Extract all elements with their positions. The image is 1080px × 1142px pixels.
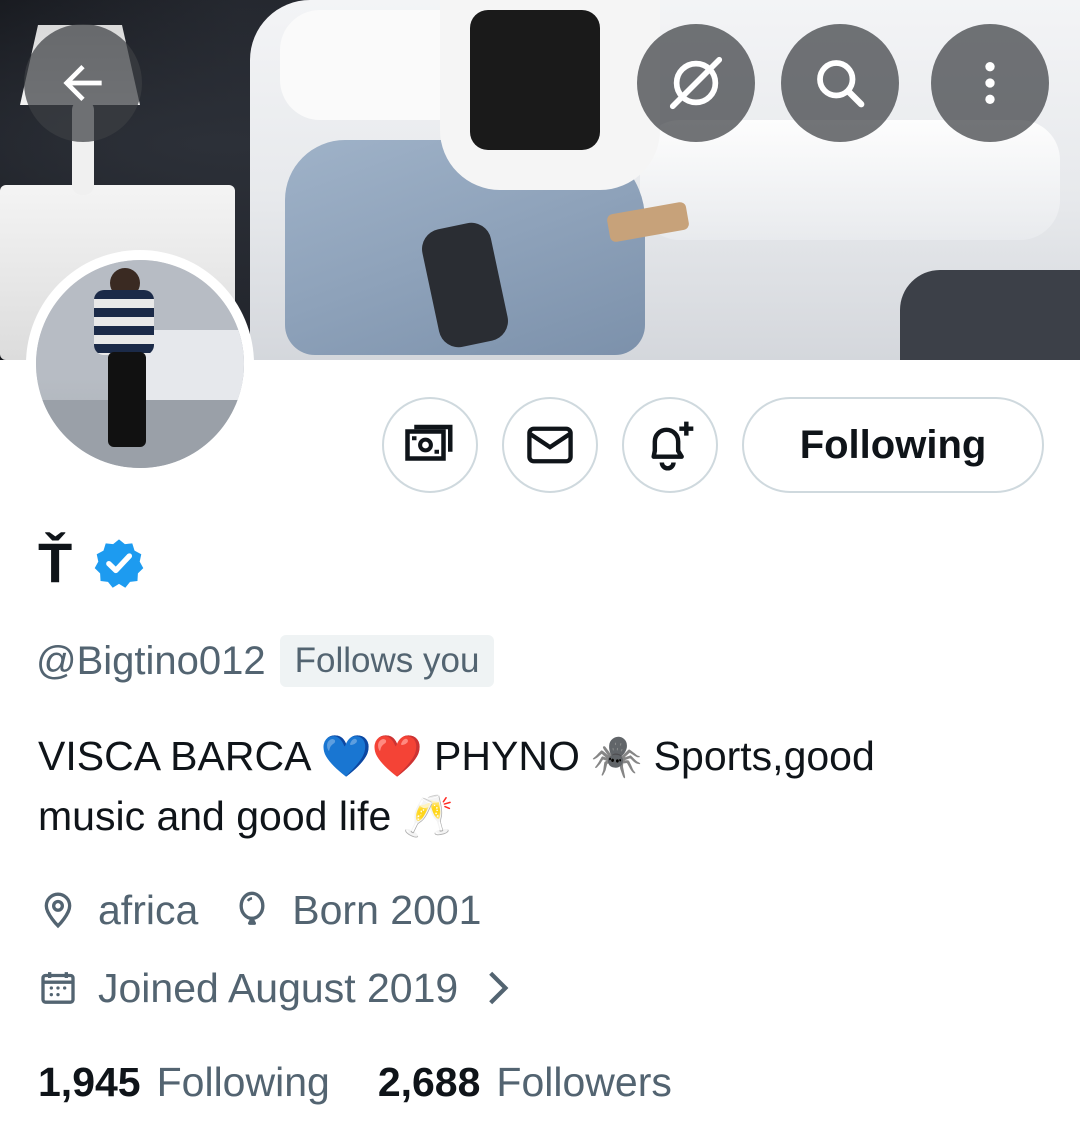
birthday-item: Born 2001 [232,887,481,934]
follow-counts: 1,945 Following 2,688 Followers [38,1052,672,1112]
following-button[interactable]: Following [742,397,1044,493]
location-item: africa [38,887,198,934]
grok-icon [669,56,723,110]
bell-plus-icon [651,421,694,471]
name-row: Ť [38,528,146,598]
joined-item[interactable]: Joined August 2019 [38,965,532,1012]
search-button[interactable] [781,24,899,142]
bio-line: music and good life 🥂 [38,793,454,839]
notifications-button[interactable] [622,397,718,493]
followers-label: Followers [496,1058,672,1105]
followers-stat[interactable]: 2,688 Followers [378,1059,672,1106]
verified-badge-icon[interactable] [92,536,146,590]
avatar[interactable] [26,250,254,478]
bio-line: VISCA BARCA 💙❤️ PHYNO 🕷️ Sports,good [38,733,875,779]
joined-text: Joined August 2019 [98,964,459,1011]
following-count: 1,945 [38,1058,141,1105]
birthday-text: Born 2001 [292,886,482,933]
balloon-icon [239,891,265,925]
envelope-icon [527,426,573,464]
username: @Bigtino012 [36,638,266,683]
location-text: africa [98,886,199,933]
more-vertical-icon [985,62,995,104]
banner-sofa [900,270,1080,360]
bio: VISCA BARCA 💙❤️ PHYNO 🕷️ Sports,good mus… [38,726,1048,846]
display-name: Ť [38,531,73,594]
following-stat[interactable]: 1,945 Following [38,1059,330,1106]
avatar-photo [36,260,244,468]
more-button[interactable] [931,24,1049,142]
follows-you-badge: Follows you [279,635,495,687]
calendar-icon [41,972,75,1004]
arrow-left-icon [63,65,102,101]
chevron-right-icon [489,971,509,1005]
handle-row: @Bigtino012 Follows you [36,634,495,688]
back-button[interactable] [24,24,142,142]
search-icon [817,60,865,108]
message-button[interactable] [502,397,598,493]
tip-button[interactable] [382,397,478,493]
profile-meta: africa Born 2001 [38,882,481,938]
avatar-shirt [94,290,154,355]
followers-count: 2,688 [377,1058,481,1105]
grok-button[interactable] [637,24,755,142]
money-icon [405,424,453,461]
banner-shirt-print [470,10,600,150]
avatar-pants [108,352,146,447]
joined-row[interactable]: Joined August 2019 [38,960,532,1016]
location-pin-icon [44,892,72,929]
following-label: Following [156,1058,330,1105]
